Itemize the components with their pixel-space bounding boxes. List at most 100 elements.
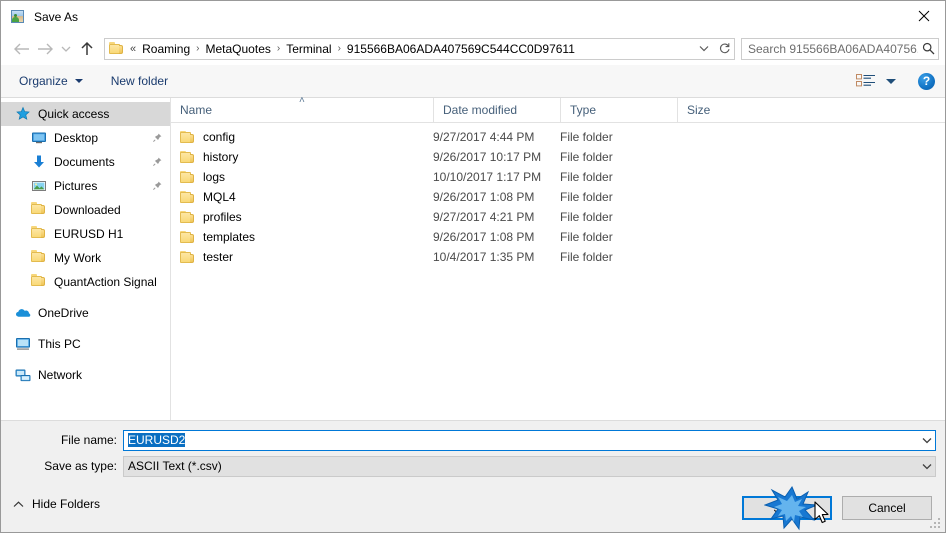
breadcrumb-item-1[interactable]: MetaQuotes	[204, 42, 273, 56]
onedrive-icon	[15, 305, 31, 321]
table-row[interactable]: MQL4 9/26/2017 1:08 PM File folder	[171, 187, 945, 207]
recent-locations-chevron-down-icon[interactable]	[57, 37, 75, 61]
up-arrow-icon[interactable]	[75, 37, 99, 61]
table-row[interactable]: profiles 9/27/2017 4:21 PM File folder	[171, 207, 945, 227]
star-icon	[15, 106, 31, 122]
breadcrumb-separator[interactable]: ›	[192, 43, 203, 54]
help-icon[interactable]: ?	[918, 72, 935, 90]
pin-icon[interactable]	[153, 131, 162, 145]
chevron-down-icon[interactable]	[918, 437, 935, 444]
search-input[interactable]: Search 915566BA06ADA40756...	[742, 42, 918, 56]
file-date-cell: 10/4/2017 1:35 PM	[433, 250, 535, 264]
save-button[interactable]: Save	[742, 496, 832, 520]
folder-icon	[31, 274, 47, 290]
table-row[interactable]: tester 10/4/2017 1:35 PM File folder	[171, 247, 945, 267]
column-header-label: Size	[687, 103, 711, 117]
view-chevron-down-icon[interactable]	[886, 78, 896, 84]
sidebar-item-my-work[interactable]: My Work	[1, 246, 170, 270]
column-header-name[interactable]: Name ˄	[171, 95, 433, 122]
column-header-label: Name	[180, 103, 213, 117]
file-name-label: MQL4	[203, 190, 236, 204]
save-as-type-row: Save as type: ASCII Text (*.csv)	[1, 455, 945, 477]
sidebar-item-label: Downloaded	[54, 203, 121, 217]
column-header-label: Date modified	[443, 103, 518, 117]
file-date-cell: 9/26/2017 1:08 PM	[433, 230, 535, 244]
breadcrumb-separator[interactable]: ›	[273, 43, 284, 54]
pin-icon[interactable]	[153, 179, 162, 193]
file-name-input[interactable]: EURUSD2	[124, 433, 918, 447]
breadcrumb-item-0[interactable]: Roaming	[140, 42, 192, 56]
breadcrumb-separator[interactable]: ›	[334, 43, 345, 54]
refresh-icon[interactable]	[714, 39, 734, 59]
file-date-cell: 9/27/2017 4:44 PM	[433, 130, 535, 144]
cancel-button[interactable]: Cancel	[842, 496, 932, 520]
file-name-cell[interactable]: profiles	[171, 210, 433, 224]
file-name-cell[interactable]: config	[171, 130, 433, 144]
search-icon[interactable]	[918, 42, 938, 55]
breadcrumb-item-2[interactable]: Terminal	[284, 42, 333, 56]
sidebar-item-pictures[interactable]: Pictures	[1, 174, 170, 198]
sidebar-item-this-pc[interactable]: This PC	[1, 332, 170, 356]
sidebar-item-quick-access[interactable]: Quick access	[1, 102, 170, 126]
navigation-pane: Quick access Desktop Documents Pictures …	[1, 98, 171, 420]
sidebar-item-quantaction-signal[interactable]: QuantAction Signal	[1, 270, 170, 294]
table-row[interactable]: logs 10/10/2017 1:17 PM File folder	[171, 167, 945, 187]
file-name-value: EURUSD2	[128, 433, 186, 447]
sidebar-item-eurusd-h1[interactable]: EURUSD H1	[1, 222, 170, 246]
column-header-size[interactable]: Size	[677, 98, 757, 122]
title-bar: Save As	[1, 1, 945, 32]
file-name-label: profiles	[203, 210, 242, 224]
change-view-icon[interactable]	[856, 74, 876, 88]
sidebar-item-label: QuantAction Signal	[54, 275, 157, 289]
save-as-type-value: ASCII Text (*.csv)	[128, 459, 222, 473]
file-date-cell: 9/26/2017 1:08 PM	[433, 190, 535, 204]
footer: Hide Folders Save Cancel	[1, 488, 945, 532]
form-area: File name: EURUSD2 Save as type: ASCII T…	[1, 420, 945, 489]
column-header-date-modified[interactable]: Date modified	[433, 98, 560, 122]
table-row[interactable]: config 9/27/2017 4:44 PM File folder	[171, 127, 945, 147]
sidebar-item-documents[interactable]: Documents	[1, 150, 170, 174]
search-box[interactable]: Search 915566BA06ADA40756...	[741, 37, 939, 60]
sidebar-item-onedrive[interactable]: OneDrive	[1, 301, 170, 325]
breadcrumb-item-3[interactable]: 915566BA06ADA407569C544CC0D97611	[345, 42, 577, 56]
file-name-label: tester	[203, 250, 234, 264]
breadcrumb-overflow[interactable]: «	[126, 43, 140, 55]
hide-folders-button[interactable]: Hide Folders	[13, 497, 100, 511]
forward-arrow-icon[interactable]	[33, 37, 57, 61]
table-row[interactable]: templates 9/26/2017 1:08 PM File folder	[171, 227, 945, 247]
sidebar-item-network[interactable]: Network	[1, 363, 170, 387]
save-as-type-combobox[interactable]: ASCII Text (*.csv)	[123, 455, 936, 477]
save-as-type-label: Save as type:	[44, 459, 117, 473]
back-arrow-icon[interactable]	[9, 37, 33, 61]
file-name-combobox[interactable]: EURUSD2	[123, 429, 936, 451]
close-icon[interactable]	[901, 1, 945, 31]
file-name-label: history	[203, 150, 239, 164]
organize-label: Organize	[19, 74, 68, 88]
resize-grip-icon[interactable]	[930, 518, 942, 530]
pictures-icon	[31, 178, 47, 194]
this-pc-icon	[15, 336, 31, 352]
address-chevron-down-icon[interactable]	[693, 39, 714, 59]
file-name-label: config	[203, 130, 236, 144]
sidebar-item-desktop[interactable]: Desktop	[1, 126, 170, 150]
chevron-down-icon[interactable]	[918, 463, 935, 470]
save-as-icon	[10, 9, 26, 25]
file-type-cell: File folder	[560, 170, 613, 184]
pin-icon[interactable]	[153, 155, 162, 169]
organize-button[interactable]: Organize	[11, 70, 91, 92]
file-name-cell[interactable]: history	[171, 150, 433, 164]
file-name-cell[interactable]: logs	[171, 170, 433, 184]
column-header-type[interactable]: Type	[560, 98, 677, 122]
folder-icon	[109, 42, 124, 55]
file-name-cell[interactable]: templates	[171, 230, 433, 244]
window-title: Save As	[34, 9, 79, 24]
table-row[interactable]: history 9/26/2017 10:17 PM File folder	[171, 147, 945, 167]
file-name-cell[interactable]: tester	[171, 250, 433, 264]
file-type-cell: File folder	[560, 130, 613, 144]
help-label: ?	[922, 74, 931, 88]
sidebar-item-downloaded[interactable]: Downloaded	[1, 198, 170, 222]
file-name-cell[interactable]: MQL4	[171, 190, 433, 204]
network-icon	[15, 367, 31, 383]
new-folder-button[interactable]: New folder	[103, 70, 176, 92]
address-bar[interactable]: « Roaming › MetaQuotes › Terminal › 9155…	[104, 37, 735, 60]
